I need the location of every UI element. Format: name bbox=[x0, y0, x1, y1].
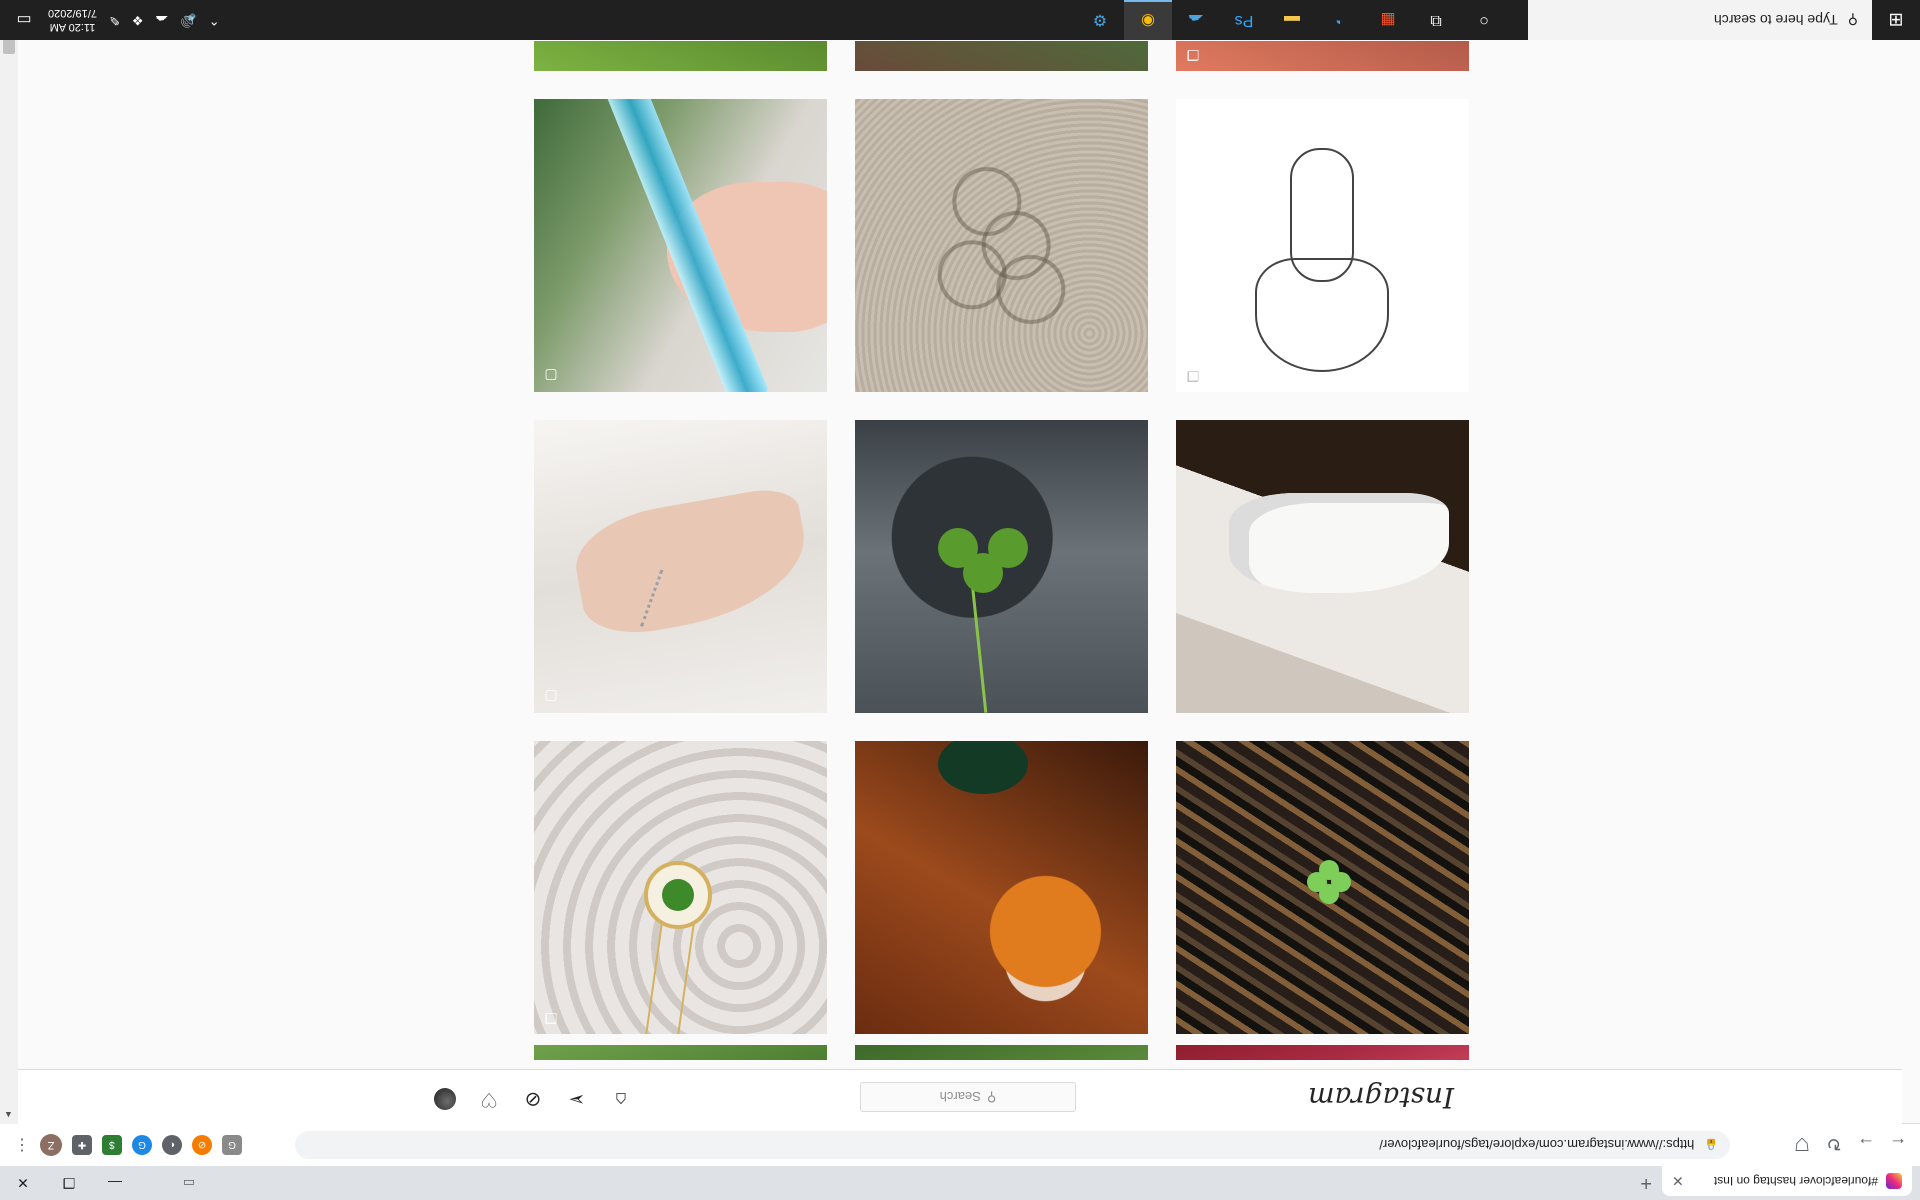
browser-tab[interactable]: #fourleafclover hashtag on Inst ✕ bbox=[1662, 1166, 1912, 1196]
puzzle-icon[interactable]: ✚ bbox=[72, 1135, 92, 1155]
album-icon: ❐ bbox=[1186, 47, 1200, 63]
post-tile-clover-necklace[interactable]: ❐ bbox=[534, 741, 827, 1034]
forward-button[interactable]: → bbox=[1854, 1132, 1878, 1156]
file-explorer-icon[interactable]: ▬ bbox=[1268, 0, 1316, 40]
pen-icon[interactable]: ✎ bbox=[109, 12, 120, 28]
chrome-icon[interactable]: ◉ bbox=[1124, 0, 1172, 40]
lock-icon: 🔒 bbox=[1704, 1138, 1718, 1151]
edge-icon[interactable]: ◔ bbox=[1316, 0, 1364, 40]
video-icon: ▢ bbox=[544, 368, 558, 384]
extension-g-icon[interactable]: G bbox=[222, 1135, 242, 1155]
minimize-button[interactable]: — bbox=[92, 1166, 138, 1200]
profile-avatar[interactable]: Z bbox=[40, 1134, 62, 1156]
restore-button[interactable]: ❐ bbox=[46, 1166, 92, 1200]
scroll-up-arrow-icon[interactable]: ▲ bbox=[4, 1110, 13, 1120]
windows-start-icon[interactable]: ⊞ bbox=[1872, 0, 1920, 40]
new-tab-button[interactable]: + bbox=[1640, 1171, 1652, 1194]
chevron-up-icon[interactable]: ⌃ bbox=[209, 12, 220, 28]
clock-date: 7/19/2020 bbox=[48, 7, 97, 19]
dropbox-icon[interactable]: ❖ bbox=[132, 12, 144, 28]
post-tile[interactable] bbox=[855, 1045, 1148, 1060]
settings-gear-icon[interactable]: ⚙ bbox=[1076, 0, 1124, 40]
volume-icon[interactable]: 🔊 bbox=[181, 12, 197, 28]
tab-search-icon[interactable]: ▭ bbox=[178, 1172, 200, 1194]
extension-block-icon[interactable]: ⊘ bbox=[192, 1135, 212, 1155]
extension-grammar-icon[interactable]: G bbox=[132, 1135, 152, 1155]
microsoft-store-icon[interactable]: ▦ bbox=[1364, 0, 1412, 40]
back-button[interactable]: ← bbox=[1886, 1132, 1910, 1156]
close-tab-icon[interactable]: ✕ bbox=[1672, 1173, 1684, 1190]
system-tray: ⌃ 🔊 ☁ ❖ ✎ 11:20 AM 7/19/2020 bbox=[48, 0, 220, 40]
post-tile[interactable] bbox=[1176, 1045, 1469, 1060]
post-tile-resin-rod[interactable]: ▢ bbox=[534, 99, 827, 392]
taskbar-search-input[interactable]: ⚲ Type here to search bbox=[1528, 0, 1872, 40]
search-icon: ⚲ bbox=[1847, 12, 1858, 29]
clock-time: 11:20 AM bbox=[49, 21, 96, 33]
post-tile-sand-drawing[interactable] bbox=[855, 99, 1148, 392]
extensions-area: G ⊘ ◐ G $ ✚ Z ⋮ bbox=[14, 1134, 242, 1156]
vertical-scrollbar[interactable] bbox=[0, 0, 18, 1124]
windows-taskbar: ⊞ ⚲ Type here to search ○ ⧉ ▦ ◔ ▬ Ps ☁ ◉… bbox=[0, 0, 1920, 40]
post-tile-violin-drink[interactable] bbox=[855, 741, 1148, 1034]
window-controls: — ❐ ✕ bbox=[0, 1166, 138, 1200]
clock[interactable]: 11:20 AM 7/19/2020 bbox=[48, 6, 97, 34]
post-tile-sneaker[interactable] bbox=[1176, 420, 1469, 713]
post-tile-bracelet[interactable]: ▢ bbox=[534, 420, 827, 713]
post-tile-clover-mulch[interactable] bbox=[1176, 741, 1469, 1034]
shield-icon[interactable]: ⛉ bbox=[1790, 1132, 1814, 1156]
taskbar-search-placeholder: Type here to search bbox=[1713, 12, 1838, 28]
photoshop-icon[interactable]: Ps bbox=[1220, 0, 1268, 40]
cortana-circle-icon[interactable]: ○ bbox=[1460, 0, 1508, 40]
instagram-favicon-icon bbox=[1886, 1173, 1902, 1189]
post-tile[interactable] bbox=[855, 41, 1148, 71]
screen: #fourleafclover hashtag on Inst ✕ + ▭ — … bbox=[0, 0, 1920, 1200]
post-tile[interactable] bbox=[534, 41, 827, 71]
post-tile[interactable] bbox=[534, 1045, 827, 1060]
extension-moon-icon[interactable]: ◐ bbox=[162, 1135, 182, 1155]
notification-center-icon[interactable]: ▭ bbox=[0, 0, 48, 40]
clover-icon bbox=[1307, 860, 1351, 904]
extension-money-icon[interactable]: $ bbox=[102, 1135, 122, 1155]
album-icon: ❐ bbox=[544, 1010, 558, 1026]
post-tile[interactable]: ❐ bbox=[1176, 41, 1469, 71]
close-window-button[interactable]: ✕ bbox=[0, 1166, 46, 1200]
tab-title: #fourleafclover hashtag on Inst bbox=[1713, 1174, 1878, 1188]
video-icon: ▢ bbox=[544, 689, 558, 705]
reload-button[interactable]: ↻ bbox=[1822, 1132, 1846, 1156]
post-grid: ❐ ▢ ❐ ▢ ❐ bbox=[534, 0, 1469, 1200]
menu-dots-icon[interactable]: ⋮ bbox=[14, 1135, 30, 1155]
heart-icon[interactable]: ♡ bbox=[478, 1088, 500, 1110]
task-view-icon[interactable]: ⧉ bbox=[1412, 0, 1460, 40]
post-tile-clover-rain[interactable] bbox=[855, 420, 1148, 713]
album-icon: ❐ bbox=[1186, 368, 1200, 384]
post-tile-sketch[interactable]: ❐ bbox=[1176, 99, 1469, 392]
onedrive-cloud-icon[interactable]: ☁ bbox=[156, 12, 169, 28]
taskbar-apps: ○ ⧉ ▦ ◔ ▬ Ps ☁ ◉ ⚙ bbox=[1076, 0, 1508, 40]
onedrive-photos-icon[interactable]: ☁ bbox=[1172, 0, 1220, 40]
profile-avatar[interactable] bbox=[434, 1088, 456, 1110]
